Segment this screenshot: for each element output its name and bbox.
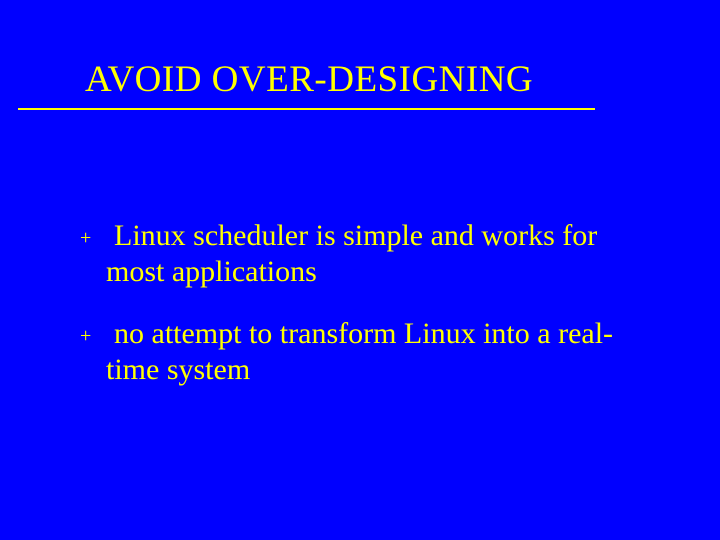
slide: AVOID OVER-DESIGNING + Linux scheduler i… [0, 0, 720, 540]
list-item: + no attempt to transform Linux into a r… [80, 316, 660, 388]
bullet-text: Linux scheduler is simple and works for … [106, 218, 660, 290]
plus-icon: + [80, 218, 106, 256]
bullet-text: no attempt to transform Linux into a rea… [106, 316, 660, 388]
title-underline [18, 108, 595, 110]
slide-body: + Linux scheduler is simple and works fo… [80, 218, 660, 414]
plus-icon: + [80, 316, 106, 354]
list-item: + Linux scheduler is simple and works fo… [80, 218, 660, 290]
slide-title: AVOID OVER-DESIGNING [85, 58, 533, 101]
